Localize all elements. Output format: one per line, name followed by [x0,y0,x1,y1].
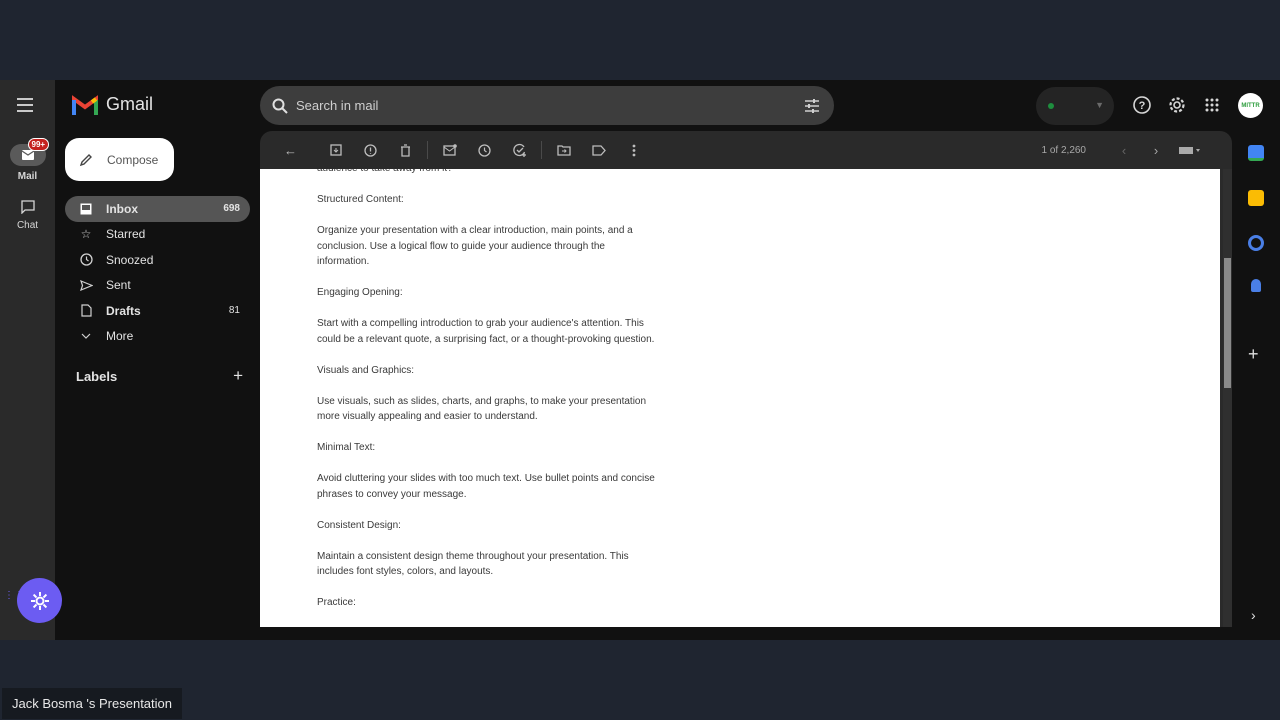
toolbar-divider [541,141,542,159]
message-count: 1 of 2,260 [1041,144,1086,156]
message-scrollbar[interactable] [1223,169,1232,627]
help-icon[interactable]: ? [1132,95,1152,115]
nav-item-more[interactable]: More [65,324,250,350]
message-paragraph: audience to take away from it? [317,169,657,177]
search-options-icon[interactable] [804,98,820,113]
nav-label: Inbox [106,201,138,216]
main-menu-button[interactable] [17,98,39,114]
folder-nav: Inbox 698 ☆ Starred Snoozed Sent Drafts … [65,196,250,349]
rail-item-chat[interactable]: Chat [0,200,55,231]
apps-grid-icon[interactable] [1202,95,1222,115]
toolbar-divider [427,141,428,159]
message-paragraph: Practice: [317,597,356,608]
message-body-area: audience to take away from it? Structured… [260,169,1220,627]
inbox-icon [78,203,94,215]
search-icon [272,98,288,114]
get-addons-plus-icon[interactable]: + [1248,345,1259,363]
draft-icon [78,304,94,317]
add-to-tasks-icon[interactable] [502,138,537,162]
rail-mail-label: Mail [17,171,38,182]
labels-heading: Labels [76,369,118,384]
report-spam-icon[interactable] [353,138,388,162]
message-paragraph: Maintain a consistent design theme throu… [317,550,629,578]
rail-chat-label: Chat [16,220,39,231]
star-icon: ☆ [80,227,92,242]
contacts-icon[interactable] [1251,279,1261,292]
nav-item-inbox[interactable]: Inbox 698 [65,196,250,222]
message-paragraph: Consistent Design: [317,519,401,531]
nav-count: 698 [223,203,240,215]
app-name: Gmail [106,94,154,114]
side-panel: + › [1232,131,1280,640]
message-paragraph: Avoid cluttering your slides with too mu… [317,473,655,500]
gmail-logo[interactable]: Gmail [72,94,153,115]
search-bar[interactable]: Search in mail [260,86,834,125]
label-tag-icon[interactable] [581,138,616,162]
sparkle-gear-icon [30,591,49,610]
message-paragraph: Start with a compelling introduction to … [317,318,655,345]
clock-icon [78,253,94,266]
delete-trash-icon[interactable] [388,138,423,162]
nav-label: Drafts [106,303,141,318]
svg-text:?: ? [1139,100,1146,112]
move-to-folder-icon[interactable] [546,138,581,162]
pencil-icon [79,153,92,166]
nav-item-drafts[interactable]: Drafts 81 [65,298,250,324]
account-avatar[interactable]: MITTR [1238,93,1263,118]
message-paragraph: Organize your presentation with a clear … [317,225,633,267]
compose-button[interactable]: Compose [65,138,174,181]
keep-icon[interactable] [1248,190,1264,206]
nav-label: Starred [106,227,146,242]
app-rail: 99+ Mail Chat [0,80,55,640]
mail-icon [21,150,34,160]
calendar-icon[interactable] [1248,145,1264,161]
message-paragraph: Minimal Text: [317,442,376,453]
nav-label: More [106,329,134,344]
presentation-top-band [0,0,1280,80]
search-input[interactable]: Search in mail [296,98,804,113]
message-paragraph: Engaging Opening: [317,287,403,298]
status-selector[interactable]: ▼ [1036,87,1114,125]
unread-badge: 99+ [27,138,50,151]
create-label-button[interactable]: + [233,367,243,384]
caret-down-icon: ▼ [1095,100,1104,110]
show-side-panel-chevron-icon[interactable]: › [1251,607,1256,623]
nav-label: Sent [106,278,131,293]
message-panel: ← 1 of 2,260 ‹ › audience to take away f… [260,131,1232,627]
input-tools-keyboard-icon[interactable] [1172,143,1208,158]
chat-icon [20,200,35,215]
compose-label: Compose [107,152,159,167]
message-paragraph: Structured Content: [317,194,404,205]
tasks-icon[interactable] [1248,235,1264,251]
labels-section: Labels + [76,367,243,384]
send-icon [78,279,94,291]
mark-unread-icon[interactable] [432,138,467,162]
newer-chevron-left-icon[interactable]: ‹ [1108,143,1140,158]
archive-icon[interactable] [318,138,353,162]
nav-count: 81 [228,305,240,317]
assistant-launcher-button[interactable] [17,578,62,623]
settings-gear-icon[interactable] [1167,95,1187,115]
gmail-m-icon [72,94,98,115]
message-paragraph: Visuals and Graphics: [317,364,415,376]
scrollbar-thumb[interactable] [1224,258,1231,388]
nav-label: Snoozed [106,252,154,267]
message-toolbar: ← 1 of 2,260 ‹ › [260,131,1232,169]
status-dot-icon [1048,103,1054,109]
message-paragraph: Use visuals, such as slides, charts, and… [317,395,647,423]
snooze-clock-icon[interactable] [467,138,502,162]
back-arrow-icon[interactable]: ← [273,138,308,162]
chevron-down-icon [78,333,94,340]
more-options-icon[interactable] [616,138,651,162]
gmail-window: 99+ Mail Chat Gmail Compose Inbox 698 ☆ … [0,80,1280,640]
nav-item-starred[interactable]: ☆ Starred [65,222,250,248]
nav-item-sent[interactable]: Sent [65,273,250,299]
presenter-caption: Jack Bosma 's Presentation [2,688,182,719]
older-chevron-right-icon[interactable]: › [1140,143,1172,158]
message-body: audience to take away from it? Structured… [317,169,657,626]
pager: 1 of 2,260 ‹ › [1042,131,1208,169]
rail-item-mail[interactable]: 99+ Mail [0,138,55,182]
nav-item-snoozed[interactable]: Snoozed [65,247,250,273]
